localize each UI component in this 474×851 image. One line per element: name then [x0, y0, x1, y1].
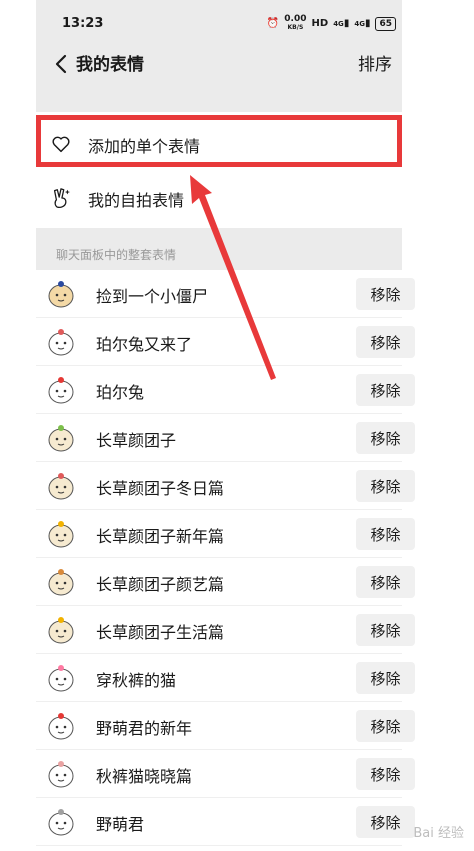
watermark: Bai 经验	[413, 826, 464, 841]
sticker-pack-row[interactable]: 野萌君的新年 移除	[36, 702, 415, 750]
sticker-pack-name: 秋裤猫晓晓篇	[96, 767, 193, 786]
network-speed: 0.00 KB/S	[284, 14, 307, 32]
sticker-pack-thumbnail	[48, 761, 74, 788]
sticker-pack-row[interactable]: 长草颜团子生活篇 移除	[36, 606, 415, 654]
sticker-pack-thumbnail	[48, 377, 74, 404]
remove-button[interactable]: 移除	[356, 374, 415, 406]
sticker-pack-thumbnail	[48, 569, 74, 596]
victory-hand-icon	[53, 188, 71, 209]
sticker-pack-thumbnail	[48, 809, 74, 836]
sticker-pack-row[interactable]: 珀尔兔 移除	[36, 366, 415, 414]
back-arrow-icon[interactable]	[50, 52, 74, 76]
alarm-icon: ⏰	[266, 18, 280, 29]
added-single-stickers-item[interactable]: 添加的单个表情	[36, 118, 402, 170]
remove-button[interactable]: 移除	[356, 710, 415, 742]
sticker-pack-name: 野萌君的新年	[96, 719, 193, 738]
sticker-pack-row[interactable]: 长草颜团子 移除	[36, 414, 415, 462]
sticker-pack-row[interactable]: 长草颜团子颜艺篇 移除	[36, 558, 415, 606]
sticker-pack-name: 野萌君	[96, 815, 145, 834]
sticker-pack-row[interactable]: 捡到一个小僵尸 移除	[36, 270, 415, 318]
remove-button[interactable]: 移除	[356, 566, 415, 598]
sticker-pack-thumbnail	[48, 521, 74, 548]
hd-icon: HD	[311, 18, 329, 29]
sticker-pack-thumbnail	[48, 329, 74, 356]
sticker-pack-name: 长草颜团子颜艺篇	[96, 575, 225, 594]
status-time: 13:23	[62, 16, 104, 31]
added-single-stickers-label: 添加的单个表情	[88, 137, 201, 156]
remove-button[interactable]: 移除	[356, 278, 415, 310]
sticker-pack-name: 长草颜团子冬日篇	[96, 479, 225, 498]
remove-button[interactable]: 移除	[356, 758, 415, 790]
selfie-stickers-item[interactable]: 我的自拍表情	[36, 172, 402, 224]
section-header: 聊天面板中的整套表情	[36, 228, 402, 270]
signal-icon-1: 4G▮	[333, 18, 350, 29]
status-bar: 13:23 ⏰ 0.00 KB/S HD 4G▮ 4G▮ 65	[36, 0, 402, 46]
sticker-pack-name: 长草颜团子新年篇	[96, 527, 225, 546]
remove-button[interactable]: 移除	[356, 806, 415, 838]
sticker-pack-row[interactable]: 秋裤猫晓晓篇 移除	[36, 750, 415, 798]
status-icons: ⏰ 0.00 KB/S HD 4G▮ 4G▮ 65	[267, 15, 396, 32]
sticker-pack-name: 长草颜团子	[96, 431, 177, 450]
remove-button[interactable]: 移除	[356, 326, 415, 358]
remove-button[interactable]: 移除	[356, 614, 415, 646]
remove-button[interactable]: 移除	[356, 518, 415, 550]
section-title: 聊天面板中的整套表情	[56, 248, 177, 262]
remove-button[interactable]: 移除	[356, 470, 415, 502]
sticker-pack-name: 捡到一个小僵尸	[96, 287, 209, 306]
page-header: 我的表情 排序	[36, 46, 402, 112]
remove-button[interactable]: 移除	[356, 422, 415, 454]
battery-icon: 65	[375, 16, 396, 31]
heart-icon	[52, 136, 70, 153]
sticker-pack-thumbnail	[48, 281, 74, 308]
sort-button[interactable]: 排序	[358, 50, 392, 75]
sticker-pack-thumbnail	[48, 425, 74, 452]
sticker-pack-row[interactable]: 珀尔兔又来了 移除	[36, 318, 415, 366]
page-title: 我的表情	[76, 55, 144, 75]
sticker-pack-row[interactable]: 野萌君 移除	[36, 798, 415, 846]
sticker-pack-name: 穿秋裤的猫	[96, 671, 177, 690]
sticker-pack-row[interactable]: 长草颜团子冬日篇 移除	[36, 462, 415, 510]
sticker-pack-row[interactable]: 长草颜团子新年篇 移除	[36, 510, 415, 558]
sticker-pack-thumbnail	[48, 665, 74, 692]
sticker-pack-name: 珀尔兔又来了	[96, 335, 193, 354]
signal-icon-2: 4G▮	[354, 18, 371, 29]
sticker-pack-name: 珀尔兔	[96, 383, 145, 402]
sticker-pack-thumbnail	[48, 473, 74, 500]
remove-button[interactable]: 移除	[356, 662, 415, 694]
sticker-pack-thumbnail	[48, 617, 74, 644]
sticker-pack-name: 长草颜团子生活篇	[96, 623, 225, 642]
sticker-pack-thumbnail	[48, 713, 74, 740]
sticker-pack-row[interactable]: 穿秋裤的猫 移除	[36, 654, 415, 702]
selfie-stickers-label: 我的自拍表情	[88, 191, 185, 210]
